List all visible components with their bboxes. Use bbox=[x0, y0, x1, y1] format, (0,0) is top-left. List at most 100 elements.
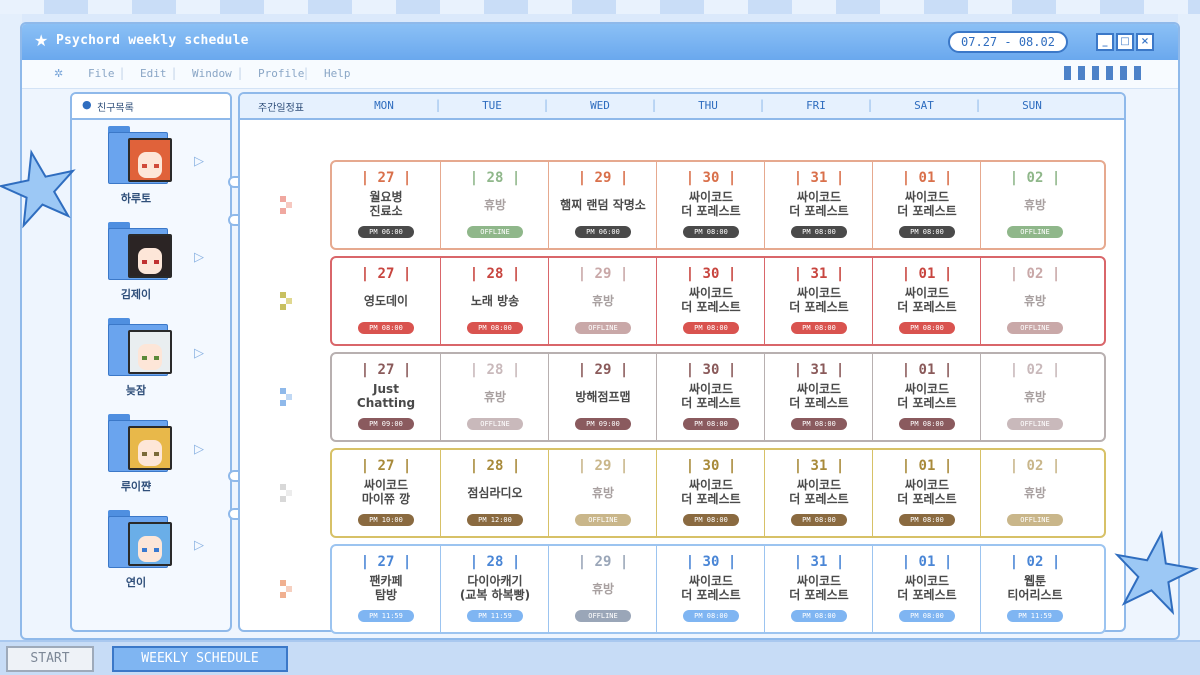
schedule-cell[interactable]: | 30 | 싸이코드 더 포레스트 PM 08:00 bbox=[656, 546, 764, 632]
schedule-cell[interactable]: | 30 | 싸이코드 더 포레스트 PM 08:00 bbox=[656, 162, 764, 248]
play-icon[interactable]: ▷ bbox=[194, 250, 204, 265]
schedule-cell[interactable]: | 31 | 싸이코드 더 포레스트 PM 08:00 bbox=[764, 258, 872, 344]
schedule-cell[interactable]: | 01 | 싸이코드 더 포레스트 PM 08:00 bbox=[872, 450, 980, 536]
pixel-decoration bbox=[280, 580, 292, 598]
title-bar[interactable]: ★ Psychord weekly schedule 07.27 - 08.02… bbox=[22, 24, 1178, 60]
cell-event: 싸이코드 더 포레스트 bbox=[897, 286, 957, 314]
schedule-cell[interactable]: | 31 | 싸이코드 더 포레스트 PM 08:00 bbox=[764, 546, 872, 632]
maximize-button[interactable]: □ bbox=[1116, 33, 1134, 51]
cell-event: Just Chatting bbox=[356, 382, 416, 410]
avatar bbox=[128, 426, 172, 470]
friend-item[interactable]: ▷ 김제이 bbox=[72, 216, 230, 312]
taskbar-weekly-schedule[interactable]: WEEKLY SCHEDULE bbox=[112, 646, 288, 672]
schedule-cell[interactable]: | 29 | 휴방 OFFLINE bbox=[548, 450, 656, 536]
cell-date: | 28 | bbox=[469, 458, 521, 474]
schedule-cell[interactable]: | 27 | Just Chatting PM 09:00 bbox=[332, 354, 440, 440]
schedule-cell[interactable]: | 31 | 싸이코드 더 포레스트 PM 08:00 bbox=[764, 354, 872, 440]
cell-date: | 29 | bbox=[577, 362, 629, 378]
cell-date: | 29 | bbox=[577, 554, 629, 570]
avatar-eye bbox=[142, 164, 147, 168]
cell-date: | 27 | bbox=[360, 554, 412, 570]
play-icon[interactable]: ▷ bbox=[194, 346, 204, 361]
menu-help[interactable]: Help bbox=[324, 67, 351, 80]
menu-profile[interactable]: Profile bbox=[258, 67, 304, 80]
schedule-cell[interactable]: | 28 | 다이아캐기 (교복 하복빵) PM 11:59 bbox=[440, 546, 548, 632]
menu-file[interactable]: File bbox=[88, 67, 115, 80]
app-menu-icon[interactable]: ✲ bbox=[54, 67, 63, 80]
cell-event: 팬카페 탐방 bbox=[369, 574, 403, 602]
cell-event: 휴방 bbox=[1023, 486, 1047, 500]
cell-event: 휴방 bbox=[483, 198, 507, 212]
cell-event: 싸이코드 마이쮸 깡 bbox=[361, 478, 411, 506]
schedule-cell[interactable]: | 02 | 휴방 OFFLINE bbox=[980, 354, 1088, 440]
schedule-cell[interactable]: | 02 | 휴방 OFFLINE bbox=[980, 162, 1088, 248]
cell-event: 웹툰 티어리스트 bbox=[1007, 574, 1063, 602]
minimize-button[interactable]: _ bbox=[1096, 33, 1114, 51]
time-badge: PM 09:00 bbox=[575, 418, 631, 430]
schedule-cell[interactable]: | 30 | 싸이코드 더 포레스트 PM 08:00 bbox=[656, 450, 764, 536]
avatar-eye bbox=[154, 356, 159, 360]
time-badge: PM 08:00 bbox=[791, 322, 847, 334]
schedule-cell[interactable]: | 31 | 싸이코드 더 포레스트 PM 08:00 bbox=[764, 450, 872, 536]
menu-edit[interactable]: Edit bbox=[140, 67, 167, 80]
schedule-cell[interactable]: | 28 | 휴방 OFFLINE bbox=[440, 354, 548, 440]
time-badge: PM 08:00 bbox=[899, 322, 955, 334]
play-icon[interactable]: ▷ bbox=[194, 442, 204, 457]
schedule-cell[interactable]: | 29 | 휴방 OFFLINE bbox=[548, 258, 656, 344]
cell-date: | 27 | bbox=[360, 362, 412, 378]
schedule-cell[interactable]: | 02 | 휴방 OFFLINE bbox=[980, 258, 1088, 344]
avatar-eye bbox=[142, 260, 147, 264]
schedule-cell[interactable]: | 28 | 점심라디오 PM 12:00 bbox=[440, 450, 548, 536]
avatar-eye bbox=[142, 452, 147, 456]
avatar-eye bbox=[154, 164, 159, 168]
schedule-cell[interactable]: | 01 | 싸이코드 더 포레스트 PM 08:00 bbox=[872, 354, 980, 440]
schedule-cell[interactable]: | 02 | 휴방 OFFLINE bbox=[980, 450, 1088, 536]
friend-item[interactable]: ▷ 늦잠 bbox=[72, 312, 230, 408]
friend-name: 늦잠 bbox=[125, 384, 147, 397]
time-badge: PM 10:00 bbox=[358, 514, 414, 526]
cell-date: | 31 | bbox=[793, 170, 845, 186]
friend-item[interactable]: ▷ 하루토 bbox=[72, 120, 230, 216]
time-badge: PM 09:00 bbox=[358, 418, 414, 430]
menu-window[interactable]: Window bbox=[192, 67, 232, 80]
cell-event: 방해점프맵 bbox=[575, 390, 631, 404]
schedule-cell[interactable]: | 02 | 웹툰 티어리스트 PM 11:59 bbox=[980, 546, 1088, 632]
cell-date: | 28 | bbox=[469, 170, 521, 186]
schedule-cell[interactable]: | 27 | 싸이코드 마이쮸 깡 PM 10:00 bbox=[332, 450, 440, 536]
schedule-cell[interactable]: | 01 | 싸이코드 더 포레스트 PM 08:00 bbox=[872, 162, 980, 248]
schedule-cell[interactable]: | 28 | 휴방 OFFLINE bbox=[440, 162, 548, 248]
schedule-cell[interactable]: | 01 | 싸이코드 더 포레스트 PM 08:00 bbox=[872, 258, 980, 344]
schedule-cell[interactable]: | 29 | 방해점프맵 PM 09:00 bbox=[548, 354, 656, 440]
friend-item[interactable]: ▷ 연이 bbox=[72, 504, 230, 600]
day-header: MON bbox=[374, 99, 394, 112]
time-badge: OFFLINE bbox=[575, 514, 631, 526]
cell-date: | 29 | bbox=[577, 458, 629, 474]
play-icon[interactable]: ▷ bbox=[194, 538, 204, 553]
cell-date: | 31 | bbox=[793, 458, 845, 474]
cell-event: 싸이코드 더 포레스트 bbox=[897, 574, 957, 602]
schedule-panel: 주간일정표 MON TUE | WED | THU | FRI | SAT | SUN | | 27 |… bbox=[238, 92, 1126, 634]
schedule-cell[interactable]: | 27 | 팬카페 탐방 PM 11:59 bbox=[332, 546, 440, 632]
schedule-cell[interactable]: | 30 | 싸이코드 더 포레스트 PM 08:00 bbox=[656, 354, 764, 440]
schedule-cell[interactable]: | 28 | 노래 방송 PM 08:00 bbox=[440, 258, 548, 344]
schedule-cell[interactable]: | 31 | 싸이코드 더 포레스트 PM 08:00 bbox=[764, 162, 872, 248]
play-icon[interactable]: ▷ bbox=[194, 154, 204, 169]
start-button[interactable]: START bbox=[6, 646, 94, 672]
cell-date: | 02 | bbox=[1009, 362, 1061, 378]
avatar-eye bbox=[154, 260, 159, 264]
schedule-cell[interactable]: | 30 | 싸이코드 더 포레스트 PM 08:00 bbox=[656, 258, 764, 344]
avatar-eye bbox=[142, 548, 147, 552]
schedule-cell[interactable]: | 29 | 휴방 OFFLINE bbox=[548, 546, 656, 632]
schedule-cell[interactable]: | 27 | 월요병 진료소 PM 06:00 bbox=[332, 162, 440, 248]
time-badge: PM 08:00 bbox=[791, 226, 847, 238]
schedule-cell[interactable]: | 01 | 싸이코드 더 포레스트 PM 08:00 bbox=[872, 546, 980, 632]
cell-event: 싸이코드 더 포레스트 bbox=[789, 574, 849, 602]
time-badge: PM 08:00 bbox=[791, 610, 847, 622]
checker-decoration bbox=[1064, 66, 1142, 80]
schedule-cell[interactable]: | 29 | 햄찌 랜덤 작명소 PM 06:00 bbox=[548, 162, 656, 248]
cell-event: 싸이코드 더 포레스트 bbox=[897, 190, 957, 218]
schedule-cell[interactable]: | 27 | 영도데이 PM 08:00 bbox=[332, 258, 440, 344]
header-separator: | bbox=[760, 98, 765, 112]
friend-item[interactable]: ▷ 루이쨘 bbox=[72, 408, 230, 504]
close-button[interactable]: × bbox=[1136, 33, 1154, 51]
